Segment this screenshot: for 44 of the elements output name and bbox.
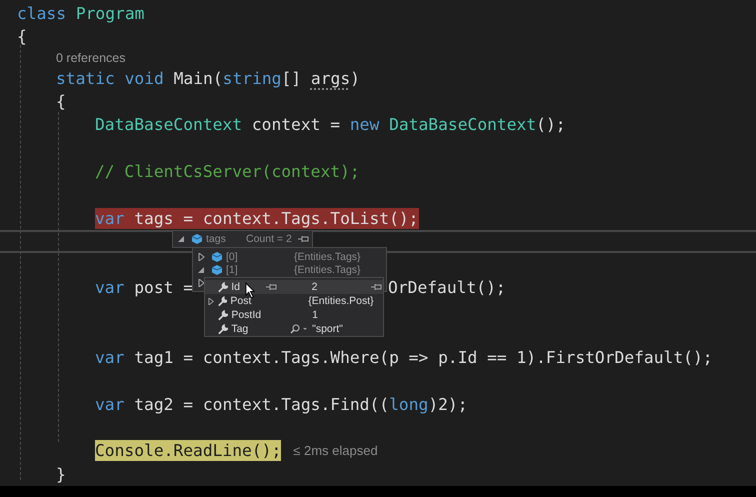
pin-icon[interactable]	[298, 235, 310, 243]
expander-icon[interactable]	[198, 278, 206, 286]
code-line: {	[17, 26, 27, 48]
object-icon	[212, 252, 222, 262]
member-value: {Entities.Post}	[308, 295, 372, 307]
code-line: static void Main(string[] args)	[56, 68, 360, 89]
member-name: Tag	[231, 323, 248, 335]
member-value: "sport"	[312, 323, 344, 335]
code-line: {	[56, 91, 66, 112]
expander-icon[interactable]	[178, 235, 186, 243]
code-line: OrDefault();	[388, 277, 506, 298]
wrench-icon	[218, 310, 228, 320]
object-icon	[192, 234, 202, 244]
member-value: 1	[312, 309, 319, 321]
member-value: 2	[312, 281, 318, 293]
pin-icon[interactable]	[266, 283, 278, 291]
wrench-icon	[218, 324, 228, 334]
search-icon[interactable]	[290, 324, 308, 334]
code-line: }	[56, 464, 66, 485]
current-statement-highlight: Console.ReadLine();	[95, 440, 282, 462]
wrench-icon	[218, 296, 228, 306]
code-line: DataBaseContext context = new DataBaseContext();	[95, 114, 566, 136]
member-name: Post	[230, 295, 252, 307]
item-name: [1]	[226, 264, 239, 276]
variable-value: Count = 2	[246, 233, 292, 245]
item-name: [0]	[226, 250, 239, 262]
perf-tip[interactable]: ≤ 2ms elapsed	[293, 443, 378, 458]
code-line: var tag1 = context.Tags.Where(p => p.Id == 1).FirstOrDefault();	[95, 347, 713, 368]
item-value: {Entities.Tags}	[294, 250, 361, 262]
expander-icon[interactable]	[198, 252, 206, 260]
code-line: // ClientCsServer(context);	[95, 160, 360, 182]
expander-icon[interactable]	[208, 298, 215, 304]
code-line: var tag2 = context.Tags.Find((long)2);	[95, 394, 468, 415]
expander-icon[interactable]	[198, 266, 206, 274]
item-value: {Entities.Tags}	[294, 264, 361, 276]
wrench-icon	[218, 282, 228, 292]
member-name: PostId	[231, 309, 262, 321]
codelens-text[interactable]: 0 references	[56, 50, 126, 65]
code-line: class Program	[17, 3, 144, 24]
pin-icon[interactable]	[371, 283, 383, 291]
member-name: Id	[231, 281, 240, 293]
variable-name: tags	[206, 233, 227, 245]
breakpoint-highlight: var tags = context.Tags.ToList();	[95, 208, 418, 229]
object-icon	[212, 264, 222, 274]
